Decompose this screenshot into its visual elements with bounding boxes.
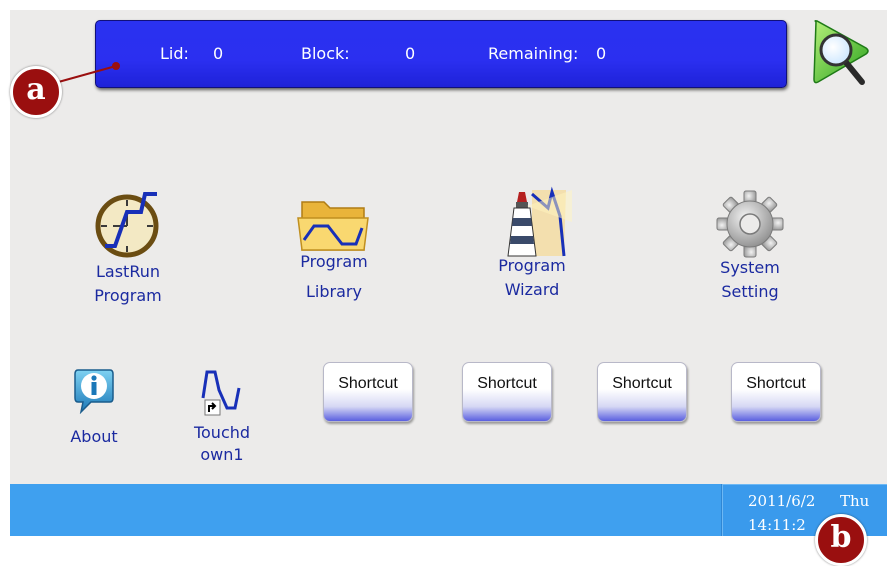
callout-leader-line	[43, 62, 120, 87]
callout-a: a	[10, 66, 62, 118]
callout-b: b	[815, 514, 867, 566]
